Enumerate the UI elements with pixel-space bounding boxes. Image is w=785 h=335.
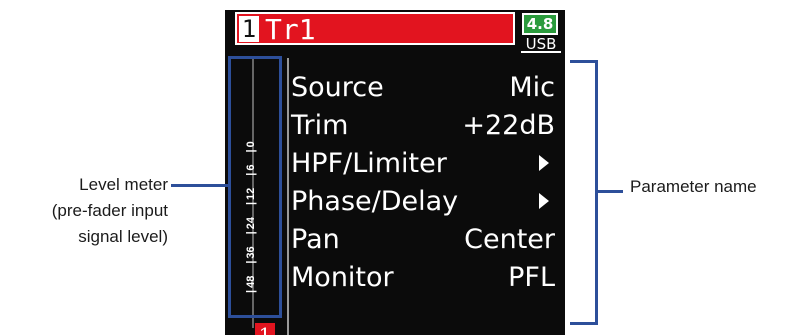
- param-value: Center: [464, 223, 555, 255]
- parameter-name-label: Parameter name: [630, 177, 757, 196]
- label-line: Level meter: [79, 175, 168, 194]
- track-title-bar: 1 Tr1: [235, 12, 515, 45]
- param-name: HPF/Limiter: [291, 147, 447, 179]
- param-name: Monitor: [291, 261, 394, 293]
- submenu-arrow-icon: [539, 155, 549, 171]
- param-value: Mic: [509, 71, 555, 103]
- battery-icon: 4.8: [522, 13, 558, 35]
- level-meter-callout-line: [171, 184, 228, 187]
- label-line: signal level): [78, 227, 168, 246]
- param-value: +22dB: [462, 109, 555, 141]
- param-name: Pan: [291, 223, 340, 255]
- track-number: 1: [239, 16, 259, 43]
- track-name: Tr1: [265, 13, 316, 46]
- param-row-hpf-limiter[interactable]: HPF/Limiter: [289, 144, 561, 182]
- label-line: (pre-fader input: [51, 201, 168, 220]
- parameter-list: Source Mic Trim +22dB HPF/Limiter Phase/…: [289, 68, 561, 296]
- parameter-callout-bracket: [570, 60, 598, 325]
- param-row-pan[interactable]: Pan Center: [289, 220, 561, 258]
- param-name: Phase/Delay: [291, 185, 459, 217]
- param-name: Source: [291, 71, 384, 103]
- parameter-callout-line: [598, 190, 623, 193]
- param-row-source[interactable]: Source Mic: [289, 68, 561, 106]
- param-row-monitor[interactable]: Monitor PFL: [289, 258, 561, 296]
- submenu-arrow-icon: [539, 193, 549, 209]
- param-name: Trim: [291, 109, 349, 141]
- param-value: PFL: [508, 261, 555, 293]
- param-row-trim[interactable]: Trim +22dB: [289, 106, 561, 144]
- level-meter-callout-box: [228, 56, 282, 318]
- usb-indicator: USB: [521, 35, 561, 53]
- param-row-phase-delay[interactable]: Phase/Delay: [289, 182, 561, 220]
- track-badge: 1: [255, 323, 275, 335]
- level-meter-label: Level meter (pre-fader input signal leve…: [20, 172, 168, 250]
